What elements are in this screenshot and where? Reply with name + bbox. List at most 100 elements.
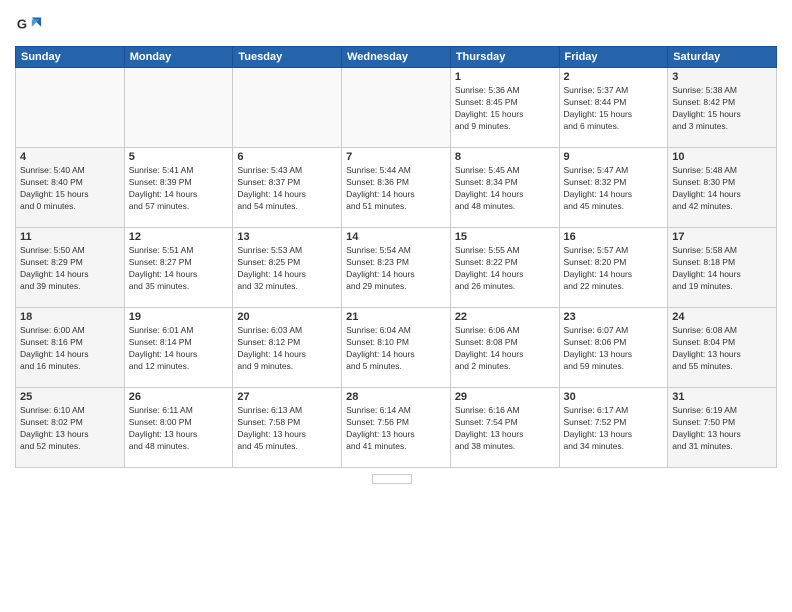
calendar-day-cell: 15 Sunrise: 5:55 AM Sunset: 8:22 PM Dayli… (450, 228, 559, 308)
header: G (15, 10, 777, 38)
calendar-week-row: 11 Sunrise: 5:50 AM Sunset: 8:29 PM Dayli… (16, 228, 777, 308)
day-info: Sunrise: 6:01 AM Sunset: 8:14 PM Dayligh… (129, 325, 229, 373)
calendar-week-row: 1 Sunrise: 5:36 AM Sunset: 8:45 PM Daylig… (16, 68, 777, 148)
day-info: Sunrise: 5:41 AM Sunset: 8:39 PM Dayligh… (129, 165, 229, 213)
calendar-day-cell: 7Sunrise: 5:44 AM Sunset: 8:36 PM Daylig… (342, 148, 451, 228)
calendar-day-cell: 29 Sunrise: 6:16 AM Sunset: 7:54 PM Dayli… (450, 388, 559, 468)
day-info: Sunrise: 5:58 AM Sunset: 8:18 PM Dayligh… (672, 245, 772, 293)
calendar-day-cell: 8Sunrise: 5:45 AM Sunset: 8:34 PM Daylig… (450, 148, 559, 228)
calendar-day-cell: 11 Sunrise: 5:50 AM Sunset: 8:29 PM Dayli… (16, 228, 125, 308)
day-info: Sunrise: 6:17 AM Sunset: 7:52 PM Dayligh… (564, 405, 664, 453)
calendar-week-row: 4 Sunrise: 5:40 AM Sunset: 8:40 PM Daylig… (16, 148, 777, 228)
calendar-table: SundayMondayTuesdayWednesdayThursdayFrid… (15, 46, 777, 468)
calendar-day-cell: 26 Sunrise: 6:11 AM Sunset: 8:00 PM Dayli… (124, 388, 233, 468)
day-info: Sunrise: 6:16 AM Sunset: 7:54 PM Dayligh… (455, 405, 555, 453)
calendar-header: SundayMondayTuesdayWednesdayThursdayFrid… (16, 47, 777, 68)
calendar-day-cell: 31 Sunrise: 6:19 AM Sunset: 7:50 PM Dayli… (668, 388, 777, 468)
day-number: 17 (672, 231, 772, 243)
calendar-day-cell: 24Sunrise: 6:08 AM Sunset: 8:04 PM Dayli… (668, 308, 777, 388)
calendar-day-cell: 25 Sunrise: 6:10 AM Sunset: 8:02 PM Dayli… (16, 388, 125, 468)
day-number: 1 (455, 71, 555, 83)
day-number: 16 (564, 231, 664, 243)
day-number: 29 (455, 391, 555, 403)
day-info: Sunrise: 5:53 AM Sunset: 8:25 PM Dayligh… (237, 245, 337, 293)
day-info: Sunrise: 6:11 AM Sunset: 8:00 PM Dayligh… (129, 405, 229, 453)
day-info: Sunrise: 5:40 AM Sunset: 8:40 PM Dayligh… (20, 165, 120, 213)
svg-text:G: G (17, 17, 27, 32)
day-number: 4 (20, 151, 120, 163)
calendar-day-cell: 10 Sunrise: 5:48 AM Sunset: 8:30 PM Dayli… (668, 148, 777, 228)
day-info: Sunrise: 6:14 AM Sunset: 7:56 PM Dayligh… (346, 405, 446, 453)
calendar-day-cell: 19 Sunrise: 6:01 AM Sunset: 8:14 PM Dayli… (124, 308, 233, 388)
day-info: Sunrise: 6:13 AM Sunset: 7:58 PM Dayligh… (237, 405, 337, 453)
day-number: 15 (455, 231, 555, 243)
calendar-day-header: Friday (559, 47, 668, 68)
calendar-day-cell: 20 Sunrise: 6:03 AM Sunset: 8:12 PM Dayli… (233, 308, 342, 388)
day-info: Sunrise: 6:10 AM Sunset: 8:02 PM Dayligh… (20, 405, 120, 453)
day-number: 27 (237, 391, 337, 403)
day-number: 5 (129, 151, 229, 163)
day-info: Sunrise: 5:47 AM Sunset: 8:32 PM Dayligh… (564, 165, 664, 213)
day-number: 12 (129, 231, 229, 243)
calendar-day-header: Tuesday (233, 47, 342, 68)
calendar-day-header: Saturday (668, 47, 777, 68)
day-number: 2 (564, 71, 664, 83)
day-info: Sunrise: 6:03 AM Sunset: 8:12 PM Dayligh… (237, 325, 337, 373)
calendar-day-cell (124, 68, 233, 148)
day-info: Sunrise: 5:37 AM Sunset: 8:44 PM Dayligh… (564, 85, 664, 133)
day-number: 10 (672, 151, 772, 163)
calendar-day-cell: 5 Sunrise: 5:41 AM Sunset: 8:39 PM Daylig… (124, 148, 233, 228)
day-number: 25 (20, 391, 120, 403)
day-info: Sunrise: 5:50 AM Sunset: 8:29 PM Dayligh… (20, 245, 120, 293)
day-info: Sunrise: 5:55 AM Sunset: 8:22 PM Dayligh… (455, 245, 555, 293)
calendar-day-cell: 18Sunrise: 6:00 AM Sunset: 8:16 PM Dayli… (16, 308, 125, 388)
day-number: 21 (346, 311, 446, 323)
calendar-body: 1 Sunrise: 5:36 AM Sunset: 8:45 PM Daylig… (16, 68, 777, 468)
calendar-day-cell (342, 68, 451, 148)
day-number: 31 (672, 391, 772, 403)
calendar-day-cell: 27 Sunrise: 6:13 AM Sunset: 7:58 PM Dayli… (233, 388, 342, 468)
calendar-week-row: 25 Sunrise: 6:10 AM Sunset: 8:02 PM Dayli… (16, 388, 777, 468)
day-info: Sunrise: 6:00 AM Sunset: 8:16 PM Dayligh… (20, 325, 120, 373)
day-number: 28 (346, 391, 446, 403)
logo: G (15, 10, 47, 38)
day-info: Sunrise: 5:51 AM Sunset: 8:27 PM Dayligh… (129, 245, 229, 293)
calendar-day-cell: 30 Sunrise: 6:17 AM Sunset: 7:52 PM Dayli… (559, 388, 668, 468)
calendar-day-cell: 9Sunrise: 5:47 AM Sunset: 8:32 PM Daylig… (559, 148, 668, 228)
calendar-day-cell: 2 Sunrise: 5:37 AM Sunset: 8:44 PM Daylig… (559, 68, 668, 148)
calendar-day-cell: 14 Sunrise: 5:54 AM Sunset: 8:23 PM Dayli… (342, 228, 451, 308)
day-info: Sunrise: 5:54 AM Sunset: 8:23 PM Dayligh… (346, 245, 446, 293)
calendar-day-header: Wednesday (342, 47, 451, 68)
day-number: 19 (129, 311, 229, 323)
calendar-day-header: Monday (124, 47, 233, 68)
day-number: 23 (564, 311, 664, 323)
footer (15, 474, 777, 484)
day-number: 3 (672, 71, 772, 83)
day-number: 8 (455, 151, 555, 163)
day-info: Sunrise: 6:19 AM Sunset: 7:50 PM Dayligh… (672, 405, 772, 453)
calendar-day-cell: 16 Sunrise: 5:57 AM Sunset: 8:20 PM Dayli… (559, 228, 668, 308)
day-number: 20 (237, 311, 337, 323)
day-info: Sunrise: 5:36 AM Sunset: 8:45 PM Dayligh… (455, 85, 555, 133)
day-number: 7 (346, 151, 446, 163)
day-info: Sunrise: 6:04 AM Sunset: 8:10 PM Dayligh… (346, 325, 446, 373)
calendar-day-cell: 17 Sunrise: 5:58 AM Sunset: 8:18 PM Dayli… (668, 228, 777, 308)
day-info: Sunrise: 5:57 AM Sunset: 8:20 PM Dayligh… (564, 245, 664, 293)
day-number: 14 (346, 231, 446, 243)
calendar-day-cell (16, 68, 125, 148)
day-info: Sunrise: 5:48 AM Sunset: 8:30 PM Dayligh… (672, 165, 772, 213)
calendar-day-cell: 21 Sunrise: 6:04 AM Sunset: 8:10 PM Dayli… (342, 308, 451, 388)
calendar-day-cell: 3Sunrise: 5:38 AM Sunset: 8:42 PM Daylig… (668, 68, 777, 148)
logo-icon: G (15, 10, 43, 38)
day-number: 22 (455, 311, 555, 323)
day-info: Sunrise: 6:06 AM Sunset: 8:08 PM Dayligh… (455, 325, 555, 373)
day-number: 11 (20, 231, 120, 243)
day-info: Sunrise: 5:43 AM Sunset: 8:37 PM Dayligh… (237, 165, 337, 213)
weekday-legend-box (372, 474, 412, 484)
day-number: 30 (564, 391, 664, 403)
calendar-day-cell: 1 Sunrise: 5:36 AM Sunset: 8:45 PM Daylig… (450, 68, 559, 148)
day-number: 26 (129, 391, 229, 403)
calendar-day-cell: 13Sunrise: 5:53 AM Sunset: 8:25 PM Dayli… (233, 228, 342, 308)
footer-legend (15, 474, 777, 484)
calendar-day-cell: 22 Sunrise: 6:06 AM Sunset: 8:08 PM Dayli… (450, 308, 559, 388)
